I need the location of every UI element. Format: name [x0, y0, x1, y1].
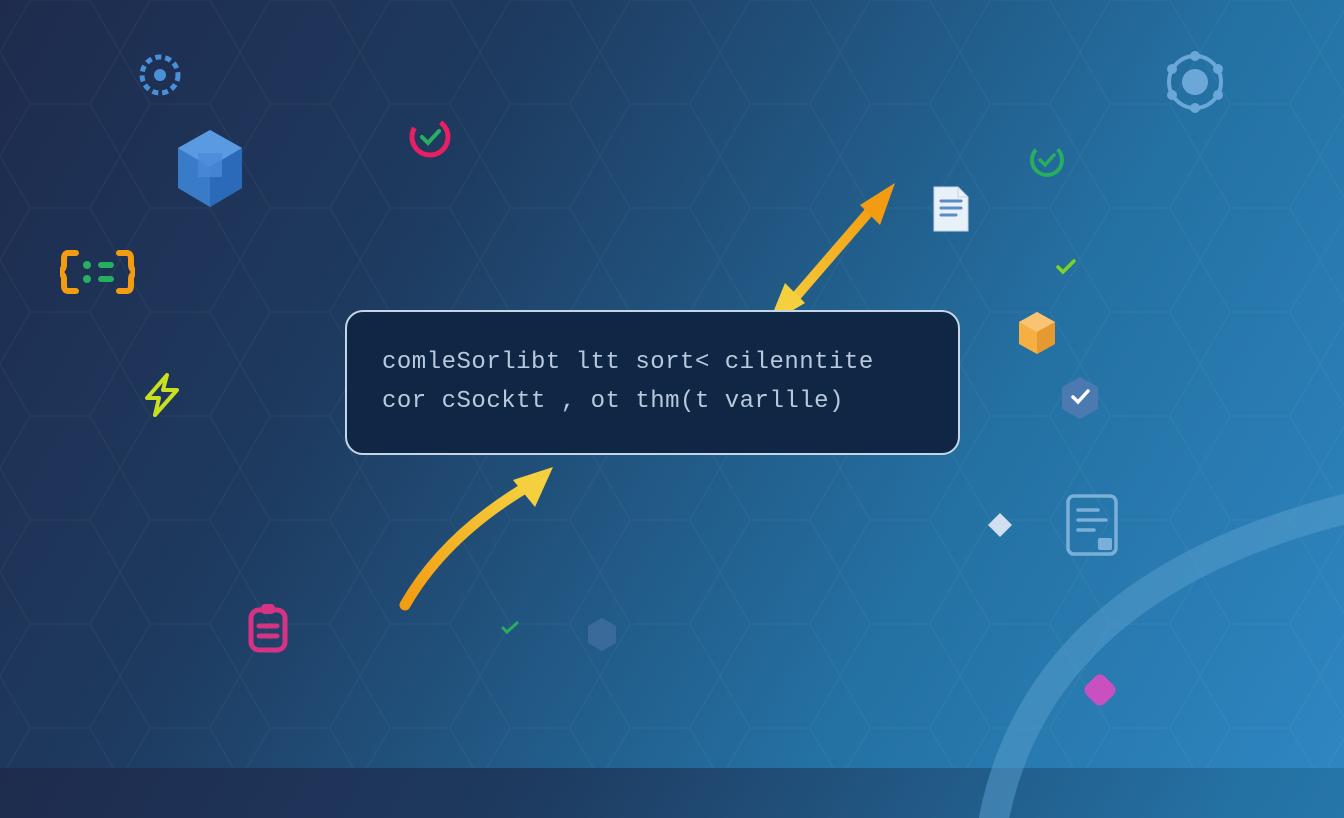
clipboard-icon — [243, 600, 293, 655]
code-line-2: cor cSocktt , ot thm(t varllle) — [382, 383, 923, 421]
cube-yellow-icon — [1015, 308, 1060, 358]
check-small-icon — [1055, 258, 1077, 276]
arrow-curved-icon — [385, 455, 585, 615]
code-snippet-box: comleSorlibt ltt sort< cilenntite cor cS… — [345, 310, 960, 455]
arrow-up-right-icon — [760, 165, 920, 325]
code-bracket-icon — [60, 245, 135, 300]
check-circle-green-icon — [1027, 140, 1067, 180]
check-center-icon — [500, 620, 520, 636]
network-node-icon — [1158, 45, 1233, 120]
check-circle-pink-icon — [408, 115, 453, 160]
decorative-curve — [944, 368, 1344, 818]
code-line-1: comleSorlibt ltt sort< cilenntite — [382, 344, 923, 382]
gear-dashed-icon — [130, 45, 190, 105]
hexagon-blue-icon — [585, 615, 620, 655]
document-icon — [928, 183, 973, 238]
lightning-icon — [137, 370, 187, 420]
hexagon-cube-icon — [170, 125, 250, 215]
